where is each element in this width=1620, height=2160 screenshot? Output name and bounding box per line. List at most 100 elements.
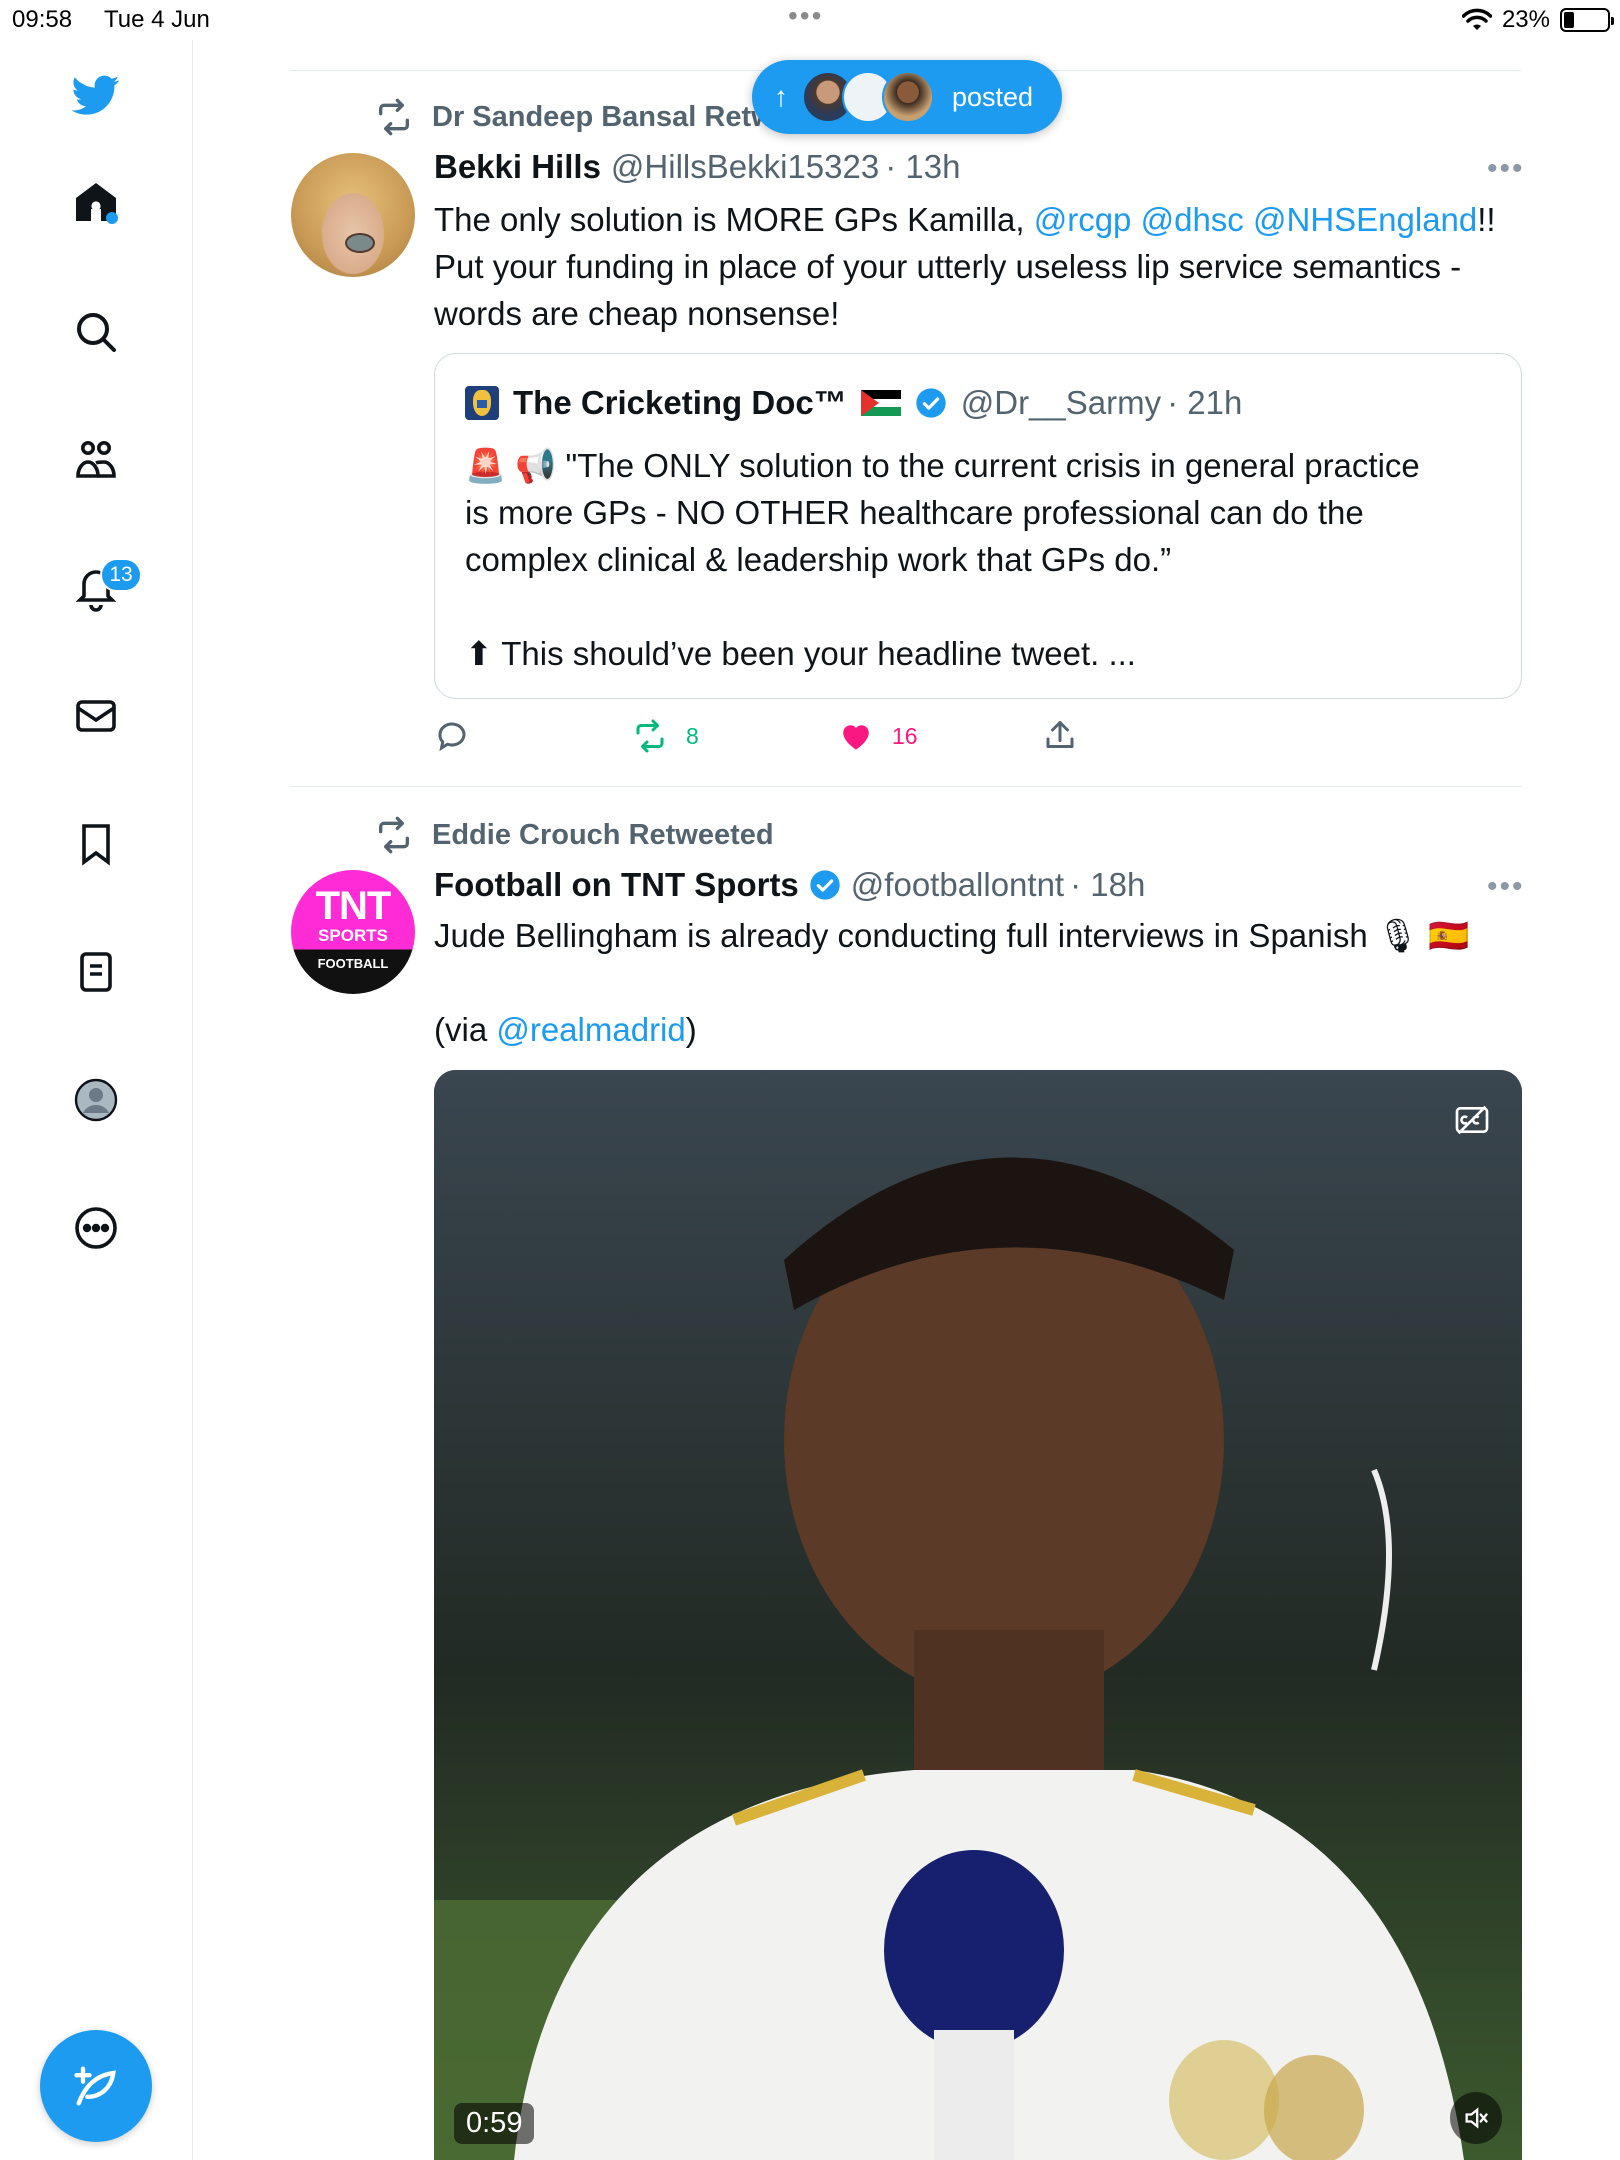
megaphone-emoji: 📢 <box>515 447 557 484</box>
quote-line: 🚨 📢 "The ONLY solution to the current cr… <box>465 442 1485 489</box>
tweet-text: The only solution is MORE GPs Kamilla, @… <box>434 196 1524 337</box>
retweet-context[interactable]: Dr Sandeep Bansal Retw <box>374 97 774 137</box>
reply-button[interactable] <box>434 718 470 754</box>
quote-text: 🚨 📢 "The ONLY solution to the current cr… <box>465 442 1485 677</box>
verified-badge-icon <box>916 388 946 418</box>
retweet-button[interactable]: 8 <box>632 718 699 754</box>
tweet-line: Jude Bellingham is already conducting fu… <box>434 912 1524 959</box>
video-player[interactable]: 0:59 <box>434 1070 1522 2160</box>
tweet-line: (via @realmadrid) <box>434 1006 1524 1053</box>
quote-author-handle: @Dr__Sarmy <box>960 384 1162 421</box>
home-unread-dot <box>106 212 118 224</box>
status-right: 23% <box>1461 6 1614 34</box>
share-button[interactable] <box>1042 718 1078 754</box>
mention-link[interactable]: @NHSEngland <box>1253 201 1477 238</box>
arrow-up-icon: ↑ <box>774 81 788 112</box>
wifi-icon <box>1461 8 1492 30</box>
retweet-icon <box>379 98 409 136</box>
captions-off-icon[interactable] <box>1452 1100 1492 1140</box>
bekki-hills-avatar[interactable] <box>291 153 415 277</box>
retweet-count: 8 <box>686 722 699 749</box>
author-handle[interactable]: @footballontnt <box>851 866 1064 904</box>
like-button[interactable]: 16 <box>838 718 918 754</box>
up-arrow-emoji: ⬆ <box>465 635 493 672</box>
tweet-time[interactable]: · 13h <box>885 148 960 186</box>
quote-time: · 21h <box>1167 384 1243 421</box>
pill-avatar <box>882 71 934 123</box>
via-prefix: (via <box>434 1011 497 1048</box>
tnt-logo-text: TNT <box>315 884 392 928</box>
status-bar: 09:58 Tue 4 Jun ••• 23% <box>0 0 1620 40</box>
share-icon <box>1046 721 1074 748</box>
via-suffix: ) <box>685 1011 697 1048</box>
messages-icon[interactable] <box>66 686 126 746</box>
author-name[interactable]: Football on TNT Sports <box>434 866 799 904</box>
retweeted-by: Dr Sandeep Bansal Retw <box>432 100 774 133</box>
notifications-badge: 13 <box>100 558 142 592</box>
tnt-football-text: FOOTBALL <box>317 956 389 971</box>
compose-tweet-button[interactable] <box>40 2030 152 2142</box>
search-icon[interactable] <box>66 302 126 362</box>
quote-author-avatar <box>465 386 499 420</box>
tweet-header: Football on TNT Sports @footballontnt · … <box>434 866 1145 904</box>
tweet-line: The only solution is MORE GPs Kamilla, @… <box>434 196 1524 243</box>
pill-avatars <box>802 71 934 123</box>
tweet-line: words are cheap nonsense! <box>434 295 840 332</box>
more-options-icon[interactable] <box>66 1198 126 1258</box>
verified-badge-icon <box>810 870 840 900</box>
retweet-action-icon <box>636 719 664 753</box>
tweet-text-span: !! <box>1477 201 1496 238</box>
mention-link[interactable]: @dhsc <box>1141 201 1244 238</box>
tweet-time[interactable]: · 18h <box>1070 866 1145 904</box>
tweet-divider <box>290 786 1522 787</box>
mute-toggle[interactable] <box>1450 2092 1502 2144</box>
tnt-sports-text: SPORTS <box>318 926 388 945</box>
mention-link[interactable]: @realmadrid <box>496 1011 685 1048</box>
heart-filled-icon <box>843 725 869 750</box>
tnt-sports-avatar[interactable]: TNT SPORTS FOOTBALL <box>291 870 415 994</box>
new-posts-pill[interactable]: ↑ posted <box>752 60 1062 134</box>
tweet-text-span: The only solution is MORE GPs Kamilla, <box>434 201 1034 238</box>
video-frame <box>434 1070 1522 2160</box>
quote-line: is more GPs - NO OTHER healthcare profes… <box>465 494 1364 531</box>
quoted-tweet[interactable]: The Cricketing Doc™ @Dr__Sarmy · 21h 🚨 📢… <box>434 353 1522 699</box>
quote-line-text: "The ONLY solution to the current crisis… <box>565 447 1420 484</box>
retweet-icon <box>379 816 409 854</box>
author-handle[interactable]: @HillsBekki15323 <box>611 148 879 186</box>
retweet-context[interactable]: Eddie Crouch Retweeted <box>374 815 774 855</box>
tweet-line-text: Jude Bellingham is already conducting fu… <box>434 917 1368 954</box>
battery-icon <box>1560 8 1614 32</box>
pill-label: posted <box>952 81 1034 112</box>
mention-link[interactable]: @rcgp <box>1034 201 1132 238</box>
quote-header: The Cricketing Doc™ @Dr__Sarmy · 21h <box>465 384 1242 422</box>
profile-avatar-icon[interactable] <box>66 1070 126 1130</box>
avatar-eye <box>345 233 375 253</box>
palestine-flag-icon <box>860 390 901 416</box>
tweet-line: Put your funding in place of your utterl… <box>434 248 1462 285</box>
microphone-emoji: 🎙 <box>1376 917 1419 954</box>
sidebar: 13 <box>0 40 193 2160</box>
status-time: 09:58 <box>12 6 73 33</box>
lists-icon[interactable] <box>66 942 126 1002</box>
compose-feather-icon <box>74 2066 116 2106</box>
quote-line: ⬆ This should’ve been your headline twee… <box>465 630 1485 677</box>
author-name[interactable]: Bekki Hills <box>434 148 601 186</box>
communities-icon[interactable] <box>66 430 126 490</box>
quote-line: complex clinical & leadership work that … <box>465 541 1172 578</box>
reply-icon <box>438 722 466 752</box>
home-icon[interactable] <box>66 172 126 232</box>
quote-line-text: This should’ve been your headline tweet.… <box>501 635 1136 672</box>
retweeted-by: Eddie Crouch Retweeted <box>432 818 774 851</box>
more-menu-icon[interactable]: ••• <box>1487 152 1525 186</box>
battery-percent: 23% <box>1501 6 1550 33</box>
video-duration: 0:59 <box>454 2103 535 2144</box>
more-menu-icon[interactable]: ••• <box>1487 870 1525 904</box>
multitasking-dots[interactable]: ••• <box>788 0 823 32</box>
twitter-logo-icon[interactable] <box>66 65 126 125</box>
siren-emoji: 🚨 <box>465 447 507 484</box>
tweet-header: Bekki Hills @HillsBekki15323 · 13h <box>434 148 960 186</box>
battery-level <box>1564 12 1574 28</box>
quote-author-name: The Cricketing Doc™ <box>513 384 847 421</box>
speaker-muted-icon <box>1465 2107 1488 2129</box>
bookmarks-icon[interactable] <box>66 814 126 874</box>
